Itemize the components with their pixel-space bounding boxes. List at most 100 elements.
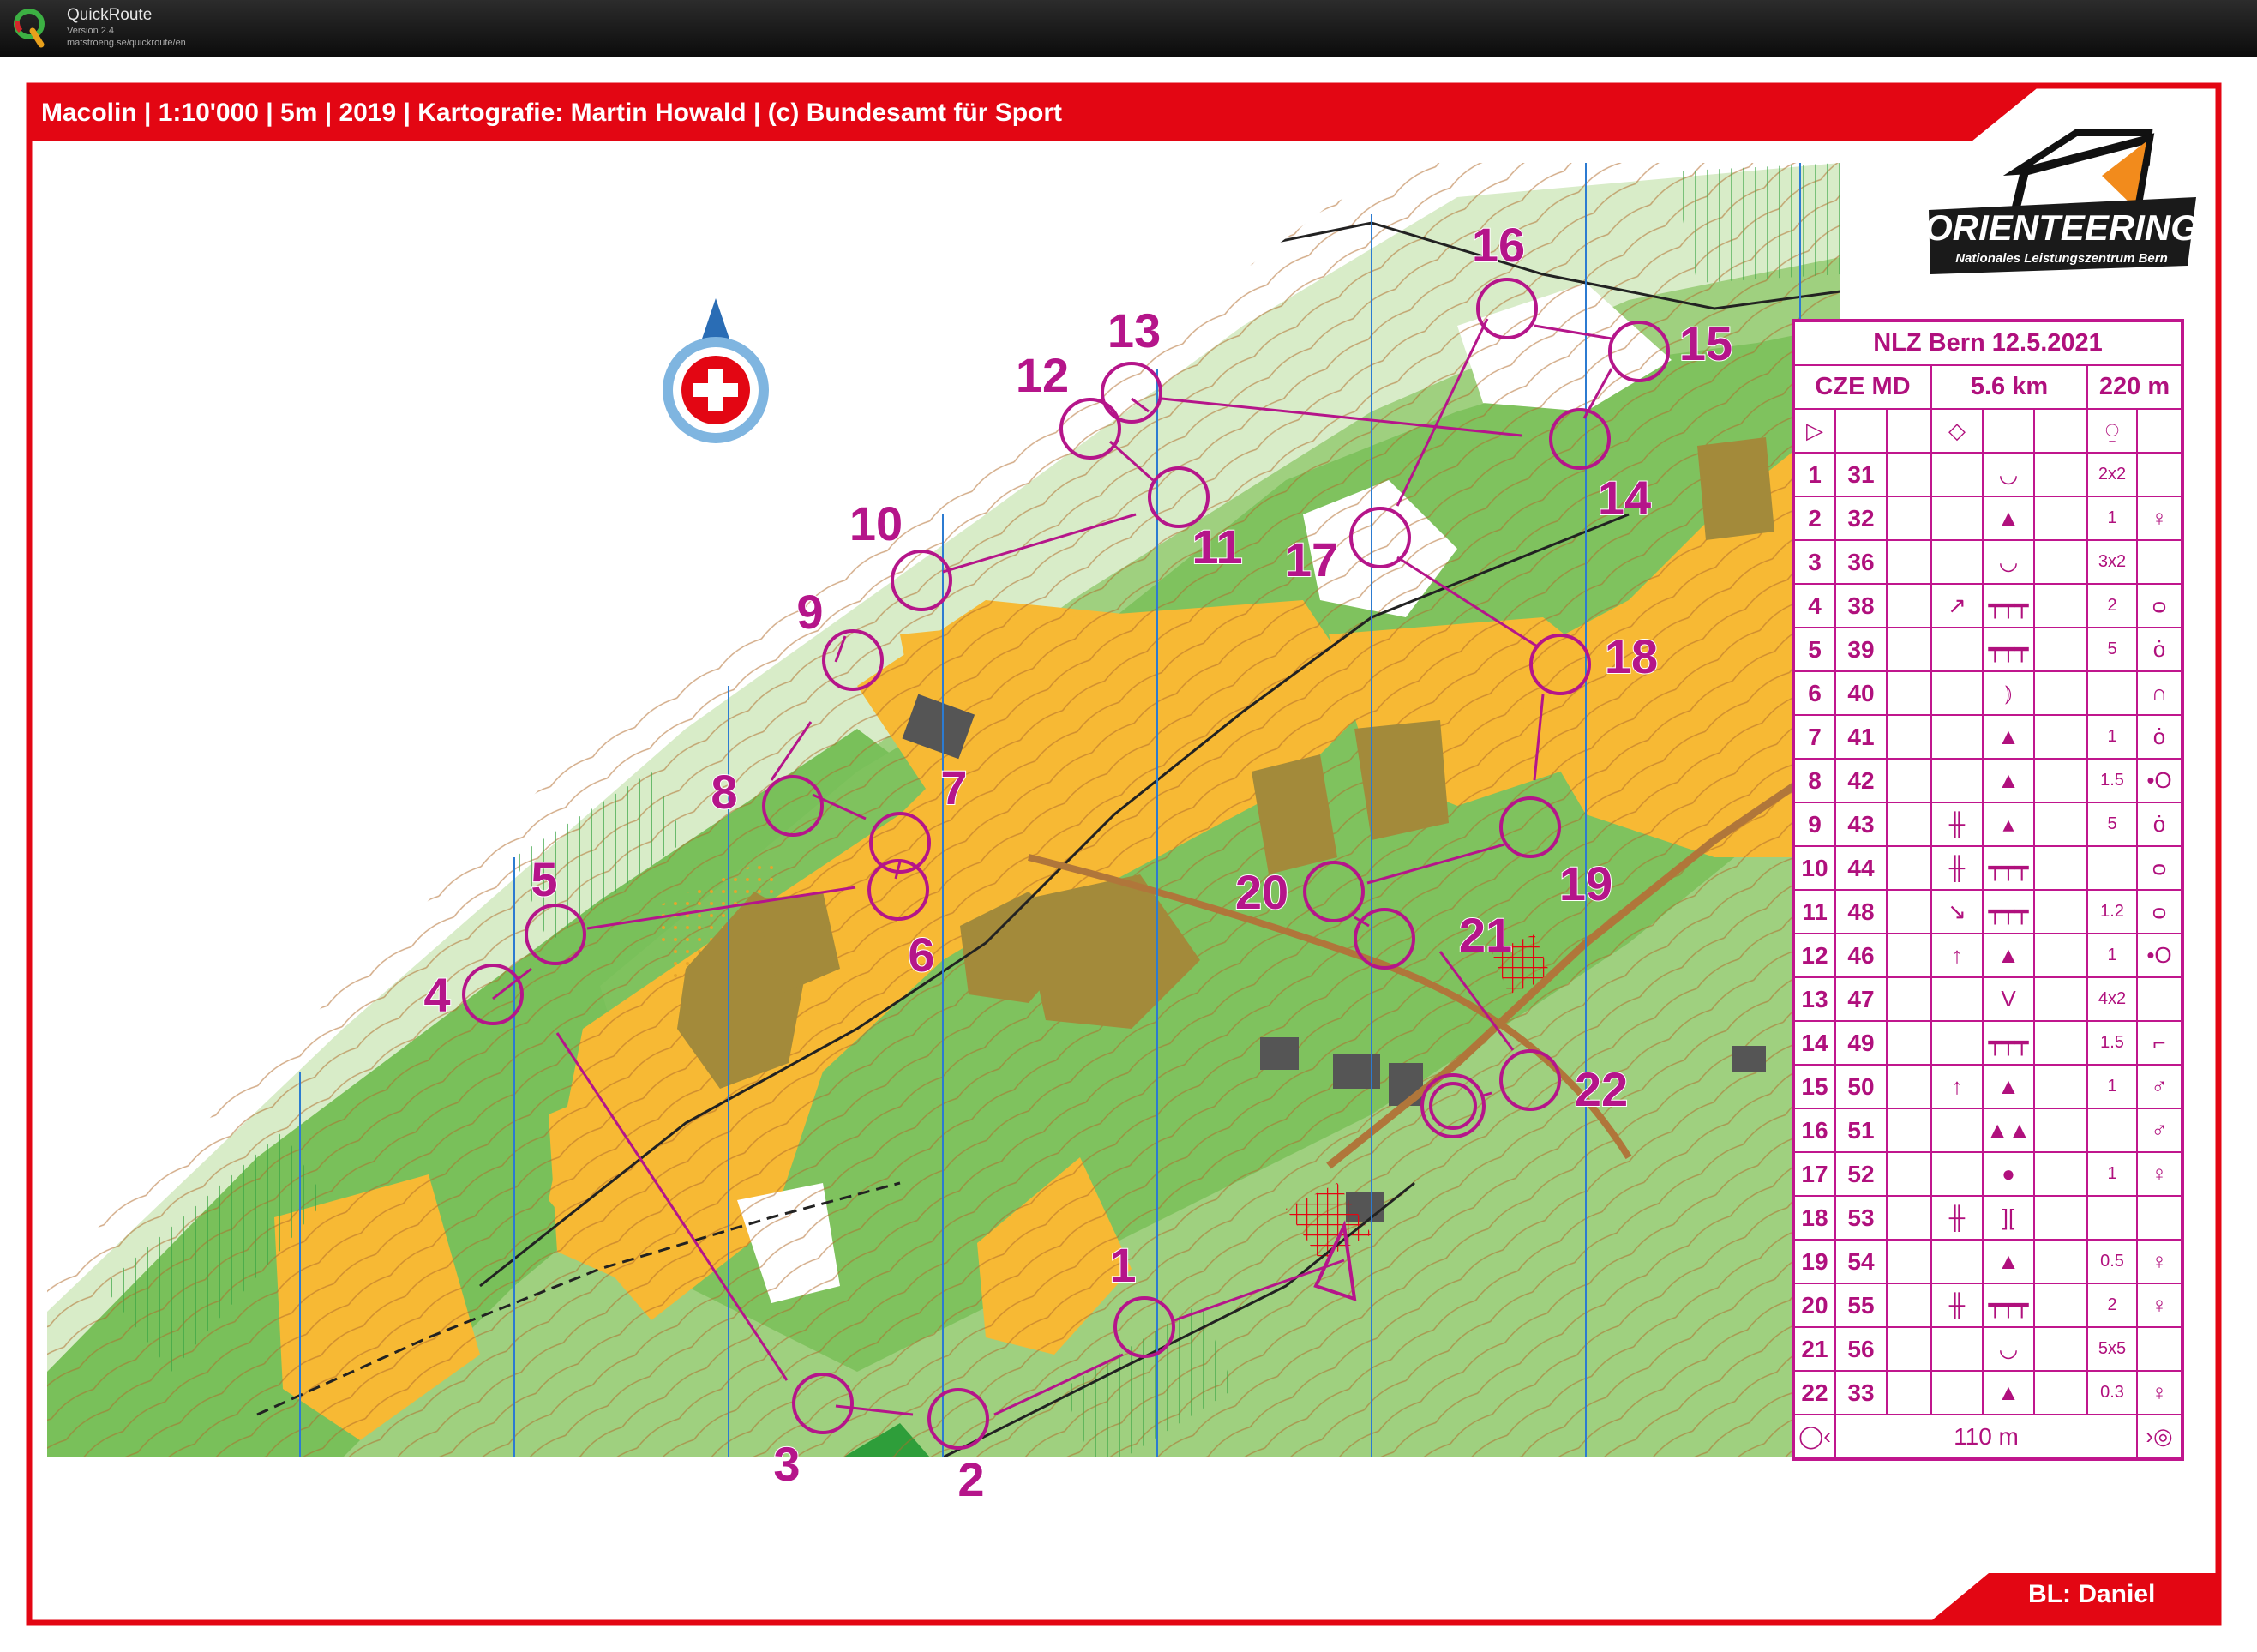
column-f [2033, 889, 2088, 934]
column-h: ♂ [2136, 1064, 2183, 1109]
column-c [1886, 539, 1932, 585]
control-code: 38 [1834, 583, 1888, 628]
column-e: ▲ [1982, 714, 2035, 760]
column-e: ◡ [1982, 1326, 2035, 1372]
terrain [47, 163, 1840, 1457]
control-number-7: 7 [940, 760, 967, 814]
column-g: 1 [2086, 496, 2138, 541]
column-d [1930, 1239, 1984, 1284]
column-f [2033, 1151, 2088, 1197]
column-d: ╫ [1930, 1195, 1984, 1241]
column-g [2086, 1108, 2138, 1153]
description-class: CZE MD [1792, 364, 1932, 410]
column-f [2033, 1020, 2088, 1066]
control-code: 47 [1834, 976, 1888, 1022]
control-code: 32 [1834, 496, 1888, 541]
control-number: 21 [1792, 1326, 1836, 1372]
control-number: 19 [1792, 1239, 1836, 1284]
description-row: 17 52 ● 1 ♀ [1792, 1151, 2183, 1197]
finish-left-icon: ◯‹ [1792, 1414, 1836, 1460]
column-c [1886, 1108, 1932, 1153]
column-c [1886, 496, 1932, 541]
column-f [2033, 539, 2088, 585]
control-number: 7 [1792, 714, 1836, 760]
column-c [1886, 714, 1932, 760]
description-row: 6 40 ⦆ ∩ [1792, 670, 2183, 716]
control-code: 36 [1834, 539, 1888, 585]
column-h [2136, 1326, 2183, 1372]
column-d: ╫ [1930, 802, 1984, 847]
control-code: 31 [1834, 452, 1888, 497]
column-f [2033, 627, 2088, 672]
column-e: ┯┯┯ [1982, 845, 2035, 891]
column-f [2033, 670, 2088, 716]
column-c [1886, 1370, 1932, 1415]
control-number: 11 [1792, 889, 1836, 934]
control-number-10: 10 [849, 496, 903, 550]
column-g [2086, 670, 2138, 716]
column-h: ♀ [2136, 1370, 2183, 1415]
control-number: 10 [1792, 845, 1836, 891]
control-number: 6 [1792, 670, 1836, 716]
column-e: ▲ [1982, 1370, 2035, 1415]
description-row: 15 50 ↑ ▲ 1 ♂ [1792, 1064, 2183, 1109]
column-h [2136, 976, 2183, 1022]
description-row: 20 55 ╫ ┯┯┯ 2 ♀ [1792, 1283, 2183, 1328]
column-d [1930, 670, 1984, 716]
column-e: ][ [1982, 1195, 2035, 1241]
column-g: 1.5 [2086, 758, 2138, 803]
column-c [1886, 583, 1932, 628]
control-number: 13 [1792, 976, 1836, 1022]
column-f [2033, 1064, 2088, 1109]
control-code: 39 [1834, 627, 1888, 672]
column-e: ▲ [1982, 933, 2035, 978]
column-h: •O [2136, 933, 2183, 978]
control-number-6: 6 [908, 928, 934, 982]
control-number-19: 19 [1559, 856, 1612, 910]
control-number: 16 [1792, 1108, 1836, 1153]
column-e: ┯┯┯ [1982, 627, 2035, 672]
column-e: ▲ [1982, 1239, 2035, 1284]
description-row: 4 38 ↗ ┯┯┯ 2 ᴑ [1792, 583, 2183, 628]
control-code: 53 [1834, 1195, 1888, 1241]
orienteering-logo: ORIENTEERING Nationales Leistungszentrum… [1924, 129, 2199, 274]
control-number: 17 [1792, 1151, 1836, 1197]
description-row: 1 31 ◡ 2x2 [1792, 452, 2183, 497]
description-length: 5.6 km [1930, 364, 2088, 410]
column-c [1886, 1151, 1932, 1197]
column-e: ▲ [1982, 496, 2035, 541]
description-row: 11 48 ↘ ┯┯┯ 1.2 ᴑ [1792, 889, 2183, 934]
control-code: 46 [1834, 933, 1888, 978]
column-f [2033, 1370, 2088, 1415]
column-h: ♀ [2136, 1239, 2183, 1284]
description-row: 14 49 ┯┯┯ 1.5 ⌐ [1792, 1020, 2183, 1066]
column-e: ┯┯┯ [1982, 889, 2035, 934]
column-g: 5 [2086, 627, 2138, 672]
column-c [1886, 802, 1932, 847]
column-c [1886, 452, 1932, 497]
column-h: ȯ [2136, 714, 2183, 760]
column-d: ↘ [1930, 889, 1984, 934]
control-code: 33 [1834, 1370, 1888, 1415]
column-f [2033, 1108, 2088, 1153]
column-c [1886, 976, 1932, 1022]
description-title: NLZ Bern 12.5.2021 [1792, 320, 2183, 366]
description-row: 22 33 ▲ 0.3 ♀ [1792, 1370, 2183, 1415]
column-g: 2x2 [2086, 452, 2138, 497]
control-code: 43 [1834, 802, 1888, 847]
description-row: 7 41 ▲ 1 ȯ [1792, 714, 2183, 760]
control-number: 1 [1792, 452, 1836, 497]
control-number-2: 2 [957, 1452, 984, 1506]
column-g [2086, 845, 2138, 891]
column-g: 0.5 [2086, 1239, 2138, 1284]
control-number: 8 [1792, 758, 1836, 803]
column-c [1886, 889, 1932, 934]
column-e: ▲▲ [1982, 1108, 2035, 1153]
column-g: 2 [2086, 583, 2138, 628]
column-g: 1 [2086, 1151, 2138, 1197]
control-code: 40 [1834, 670, 1888, 716]
control-number-21: 21 [1459, 908, 1512, 962]
column-h: ∩ [2136, 670, 2183, 716]
column-d [1930, 1151, 1984, 1197]
column-e: ┯┯┯ [1982, 1283, 2035, 1328]
